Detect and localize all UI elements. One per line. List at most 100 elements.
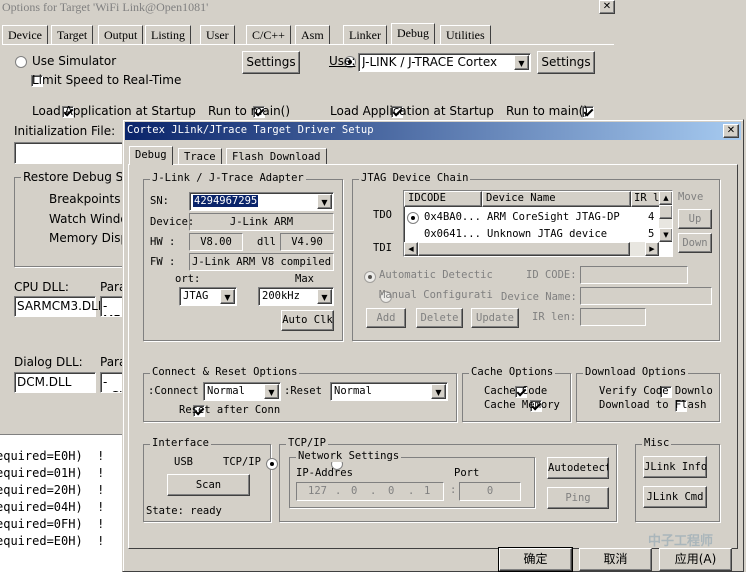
device-name-label: Device Name: [501, 291, 577, 303]
tab-device[interactable]: Device [2, 25, 48, 45]
vertical-scrollbar[interactable]: ▲ ▼ [659, 191, 672, 242]
jlink-info-button[interactable]: JLink Info [643, 456, 707, 478]
max-clock-select[interactable]: 200kHz ▼ [258, 287, 334, 306]
delete-button[interactable]: Delete [416, 308, 463, 328]
cpu-dll-input[interactable]: SARMCM3.DLL [14, 296, 105, 317]
list-header: IDCODE Device Name IR l [404, 191, 661, 207]
dialog-close-icon[interactable]: ✕ [723, 124, 739, 138]
dialog-dll-label: Dialog DLL: [14, 355, 83, 369]
col-device-name[interactable]: Device Name [482, 191, 631, 207]
dialog-dll-value: DCM.DLL [17, 375, 72, 389]
tab-target[interactable]: Target [51, 25, 94, 45]
use-simulator-label: Use Simulator [32, 54, 117, 68]
watermark-logo: 中子工程师 [648, 534, 714, 549]
fw-value: J-Link ARM V8 compiled J [192, 256, 334, 268]
table-row[interactable]: 0x4BA0... ARM CoreSight JTAG-DP 4 [404, 210, 660, 226]
chevron-down-icon: ▼ [317, 289, 332, 304]
jtag-device-list[interactable]: IDCODE Device Name IR l 0x4BA0... ARM Co… [403, 190, 673, 257]
misc-label: Misc [642, 437, 672, 449]
move-down-button[interactable]: Down [678, 233, 712, 253]
dialog-dll-input[interactable]: DCM.DLL [14, 372, 96, 393]
verify-label: Verify Code Downlo [599, 385, 713, 397]
init-file-input[interactable] [14, 142, 126, 164]
tab-output[interactable]: Output [98, 25, 144, 45]
tab-flash-download[interactable]: Flash Download [226, 148, 327, 165]
move-up-button[interactable]: Up [678, 209, 712, 229]
tab-trace[interactable]: Trace [178, 148, 222, 165]
jtag-label: JTAG Device Chain [359, 172, 471, 184]
scroll-up-icon[interactable]: ▲ [659, 191, 672, 205]
chevron-down-icon: ▼ [431, 384, 446, 399]
options-title: Options for Target 'WiFi Link@Open1081' [2, 0, 209, 14]
scroll-right-icon[interactable]: ▶ [645, 242, 659, 256]
connect-reset-label: Connect & Reset Options [150, 366, 300, 378]
device-name-input[interactable] [580, 287, 712, 305]
tab-linker[interactable]: Linker [343, 25, 387, 45]
connect-select[interactable]: Normal ▼ [203, 382, 281, 401]
tdo-label: TDO [373, 209, 392, 221]
use-simulator-radio[interactable] [15, 56, 27, 68]
cache-code-label: Cache Code [484, 385, 548, 397]
autodetect-button[interactable]: Autodetect [547, 457, 609, 479]
auto-clk-button[interactable]: Auto Clk [281, 310, 334, 331]
scroll-hthumb[interactable] [418, 242, 630, 256]
ip-dot: . [370, 485, 377, 497]
col-ir-len[interactable]: IR l [631, 191, 661, 207]
download-flash-label: Download to Flash [599, 399, 707, 411]
download-label: Download Options [583, 366, 689, 378]
cpu-para-value: -MF [103, 299, 120, 316]
tab-debug[interactable]: Debug [391, 23, 435, 44]
device-field: J-Link ARM [189, 213, 334, 231]
row-selected-radio [407, 212, 419, 224]
reset-label: Reset: [284, 385, 322, 397]
move-label: Move [678, 191, 704, 203]
sn-value: 4294967295 [193, 195, 259, 207]
device-label: Device: [150, 216, 195, 228]
sim-settings-button[interactable]: Settings [242, 51, 300, 74]
ping-button[interactable]: Ping [547, 487, 609, 509]
cpu-dll-label: CPU DLL: [14, 280, 69, 294]
horizontal-scrollbar[interactable]: ◀ ▶ [404, 242, 659, 256]
port-select[interactable]: JTAG ▼ [179, 287, 237, 306]
ip-address-input[interactable]: 127 . 0 . 0 . 1 [296, 482, 444, 501]
options-tabbar: Device Target Output Listing User C/C++ … [0, 23, 622, 45]
cell-ir-len: 5 [648, 228, 655, 240]
id-code-input[interactable] [580, 266, 688, 284]
usb-radio[interactable] [265, 458, 278, 470]
scroll-left-icon[interactable]: ◀ [404, 242, 418, 256]
apply-button[interactable]: 应用(A) [659, 548, 732, 571]
limit-speed-label: Limit Speed to Real-Time [32, 73, 182, 87]
add-button[interactable]: Add [366, 308, 406, 328]
update-button[interactable]: Update [471, 308, 519, 328]
tab-cc[interactable]: C/C++ [246, 25, 291, 45]
debugger-select[interactable]: J-LINK / J-TRACE Cortex ▼ [358, 53, 531, 72]
cpu-dll-value: SARMCM3.DLL [17, 299, 105, 313]
tab-debug[interactable]: Debug [129, 146, 173, 165]
close-icon[interactable]: ✕ [599, 0, 615, 14]
scan-button[interactable]: Scan [167, 474, 250, 496]
cancel-button[interactable]: 取消 [579, 548, 652, 571]
reset-select[interactable]: Normal ▼ [330, 382, 448, 401]
cell-ir-len: 4 [648, 211, 655, 223]
port-input[interactable]: 0 [459, 482, 521, 501]
ir-len-input[interactable] [580, 308, 646, 326]
cell-device-name: ARM CoreSight JTAG-DP [487, 211, 620, 223]
debugger-settings-button[interactable]: Settings [537, 51, 595, 74]
sn-select[interactable]: 4294967295 ▼ [189, 192, 334, 211]
scroll-thumb[interactable] [659, 205, 672, 219]
tab-asm[interactable]: Asm [295, 25, 330, 45]
tab-listing[interactable]: Listing [145, 25, 192, 45]
max-clock-value: 200kHz [262, 290, 300, 302]
tab-user[interactable]: User [200, 25, 235, 45]
tab-utilities[interactable]: Utilities [440, 25, 491, 45]
max-label: Max [295, 273, 314, 285]
table-row[interactable]: 0x0641... Unknown JTAG device 5 [404, 227, 660, 243]
scroll-down-icon[interactable]: ▼ [659, 228, 672, 242]
load-app-label-right: Load Application at Startup [330, 104, 494, 118]
ok-button[interactable]: 确定 [498, 547, 573, 572]
jlink-cmd-button[interactable]: JLink Cmd [643, 486, 707, 508]
auto-detect-radio[interactable] [364, 271, 376, 283]
output-line: equired=E0H) ! [0, 449, 105, 463]
cache-memory-label: Cache Memory [484, 399, 560, 411]
col-idcode[interactable]: IDCODE [404, 191, 482, 207]
